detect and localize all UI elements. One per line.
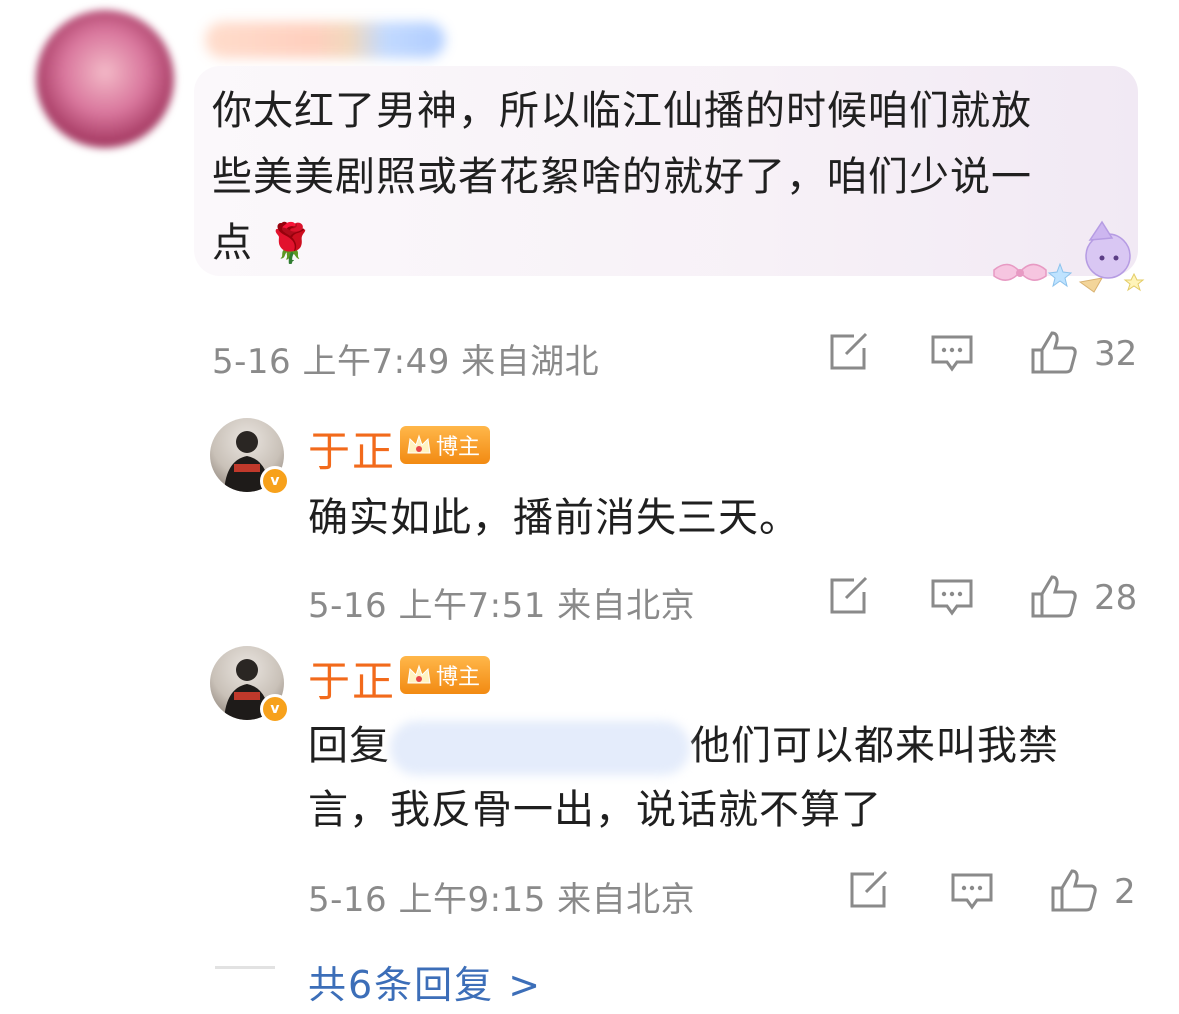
reply-text: 确实如此，播前消失三天。 xyxy=(308,495,800,541)
share-icon[interactable] xyxy=(828,576,870,616)
bubble-decoration-icon xyxy=(993,220,1145,293)
share-icon[interactable] xyxy=(848,870,890,910)
commenter-avatar[interactable] xyxy=(36,10,174,148)
reply-prefix: 回复 xyxy=(308,723,390,769)
reply-line-2: 言，我反骨一出，说话就不算了 xyxy=(308,787,882,833)
comment-icon[interactable] xyxy=(950,872,994,912)
crown-icon xyxy=(407,664,431,684)
divider xyxy=(215,966,275,969)
reply-location: 来自北京 xyxy=(557,586,696,626)
comment-icon[interactable] xyxy=(930,578,974,618)
comment-line-1: 你太红了男神，所以临江仙播的时候咱们就放 xyxy=(212,88,1032,134)
reply-meta: 5-16 上午7:51 来自北京 xyxy=(308,578,695,627)
replier-name[interactable]: 于正 xyxy=(308,648,396,709)
share-icon[interactable] xyxy=(828,332,870,372)
comment-line-3: 点 🌹 xyxy=(212,210,1112,276)
comment-location: 来自湖北 xyxy=(461,342,600,382)
comment-time: 上午7:49 xyxy=(302,342,450,382)
comment-line-2: 些美美剧照或者花絮啥的就好了，咱们少说一 xyxy=(212,154,1032,200)
mentioned-user-blurred[interactable] xyxy=(390,721,690,775)
blogger-badge: 博主 xyxy=(400,426,491,464)
like-icon[interactable] xyxy=(1030,574,1078,618)
reply-text: 回复 他们可以都来叫我禁 言，我反骨一出，说话就不算了 xyxy=(308,714,1148,842)
blogger-badge-label: 博主 xyxy=(436,435,481,460)
like-icon[interactable] xyxy=(1050,868,1098,912)
reply-meta: 5-16 上午9:15 来自北京 xyxy=(308,872,695,921)
reply-line-1-text: 他们可以都来叫我禁 xyxy=(690,723,1059,769)
comment-date: 5-16 xyxy=(212,342,292,382)
reply-time: 上午9:15 xyxy=(398,880,546,920)
blogger-badge-label: 博主 xyxy=(436,665,481,690)
comment-line-3-text: 点 xyxy=(212,220,253,266)
reply-time: 上午7:51 xyxy=(398,586,546,626)
reply-date: 5-16 xyxy=(308,586,388,626)
reply-like-count: 28 xyxy=(1094,578,1138,618)
blogger-badge: 博主 xyxy=(400,656,491,694)
reply-like-count: 2 xyxy=(1114,872,1136,912)
crown-icon xyxy=(407,434,431,454)
reply-location: 来自北京 xyxy=(557,880,696,920)
commenter-name-blurred[interactable] xyxy=(205,22,445,58)
reply-date: 5-16 xyxy=(308,880,388,920)
comment-icon[interactable] xyxy=(930,334,974,374)
comment-meta: 5-16 上午7:49 来自湖北 xyxy=(212,334,599,383)
like-icon[interactable] xyxy=(1030,330,1078,374)
reply-line-1: 回复 他们可以都来叫我禁 xyxy=(308,714,1148,778)
replier-name[interactable]: 于正 xyxy=(308,418,396,479)
rose-icon: 🌹 xyxy=(266,221,316,265)
more-replies-link[interactable]: 共6条回复 > xyxy=(308,954,542,1009)
comment-text: 你太红了男神，所以临江仙播的时候咱们就放 些美美剧照或者花絮啥的就好了，咱们少说… xyxy=(212,78,1112,276)
verified-icon: v xyxy=(260,694,290,724)
verified-icon: v xyxy=(260,466,290,496)
comment-like-count: 32 xyxy=(1094,334,1138,374)
